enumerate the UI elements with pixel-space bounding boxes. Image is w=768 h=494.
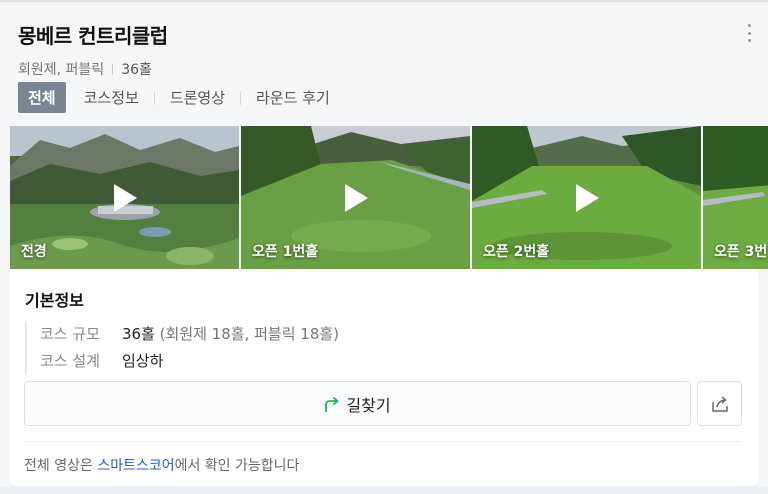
- spec-value: 임상하: [122, 352, 164, 370]
- meta-divider: [112, 63, 114, 75]
- video-carousel[interactable]: 전경 오픈 1번홀 오픈 2번홀 오픈 3번: [10, 126, 768, 269]
- tab-round-review[interactable]: 라운드 후기: [252, 87, 334, 108]
- play-icon: [113, 183, 137, 212]
- tab-drone-video[interactable]: 드론영상: [166, 87, 229, 108]
- directions-button[interactable]: 길찾기: [24, 381, 691, 426]
- video-label: 전경: [21, 244, 47, 260]
- smartscore-link[interactable]: 스마트스코어: [97, 458, 174, 474]
- route-arrow-icon: [325, 396, 340, 412]
- tab-divider: [153, 90, 155, 105]
- section-title: 기본정보: [25, 291, 84, 310]
- directions-label: 길찾기: [346, 395, 391, 415]
- course-type: 회원제, 퍼블릭: [18, 62, 105, 78]
- play-icon: [575, 183, 599, 212]
- spec-value: 36홀 (회원제 18홀, 퍼블릭 18홀): [122, 321, 339, 348]
- card-header: 몽베르 컨트리클럽 회원제, 퍼블릭 36홀: [18, 20, 168, 79]
- video-label: 오픈 1번홀: [252, 244, 319, 260]
- more-vertical-icon[interactable]: [746, 24, 752, 42]
- course-holes: 36홀: [121, 62, 152, 78]
- spec-row-course-size: 코스 규모 36홀 (회원제 18홀, 퍼블릭 18홀): [40, 321, 339, 348]
- play-icon: [344, 183, 368, 212]
- tab-divider: [240, 90, 242, 105]
- spec-key: 코스 규모: [40, 325, 100, 343]
- divider: [24, 441, 742, 442]
- tab-bar: 전체 코스정보 드론영상 라운드 후기: [18, 82, 334, 113]
- page-title: 몽베르 컨트리클럽: [18, 24, 168, 48]
- course-meta: 회원제, 퍼블릭 36홀: [18, 59, 168, 79]
- share-icon: [711, 395, 728, 412]
- share-button[interactable]: [697, 381, 742, 426]
- spec-list: 코스 규모 36홀 (회원제 18홀, 퍼블릭 18홀) 코스 설계 임상하: [25, 321, 339, 375]
- video-label: 오픈 2번홀: [483, 244, 550, 260]
- footer-prefix: 전체 영상은: [24, 458, 98, 474]
- spec-key: 코스 설계: [40, 352, 100, 370]
- spec-value-main: 36홀: [122, 325, 155, 343]
- footer-note: 전체 영상은 스마트스코어에서 확인 가능합니다: [24, 455, 299, 475]
- video-thumbnail[interactable]: 오픈 2번홀: [472, 126, 701, 269]
- tab-all[interactable]: 전체: [18, 82, 66, 113]
- spec-row-course-design: 코스 설계 임상하: [40, 348, 339, 375]
- video-thumbnail[interactable]: 전경: [10, 126, 239, 269]
- video-thumbnail[interactable]: 오픈 3번: [703, 126, 768, 269]
- spec-value-detail: (회원제 18홀, 퍼블릭 18홀): [159, 325, 340, 343]
- place-card: 몽베르 컨트리클럽 회원제, 퍼블릭 36홀 전체 코스정보 드론영상 라운드 …: [0, 0, 768, 486]
- video-thumbnail[interactable]: 오픈 1번홀: [241, 126, 470, 269]
- tab-course-info[interactable]: 코스정보: [80, 87, 143, 108]
- basic-info-panel: 기본정보 코스 규모 36홀 (회원제 18홀, 퍼블릭 18홀) 코스 설계 …: [10, 269, 758, 486]
- footer-suffix: 에서 확인 가능합니다: [174, 458, 300, 474]
- video-label: 오픈 3번: [714, 244, 768, 260]
